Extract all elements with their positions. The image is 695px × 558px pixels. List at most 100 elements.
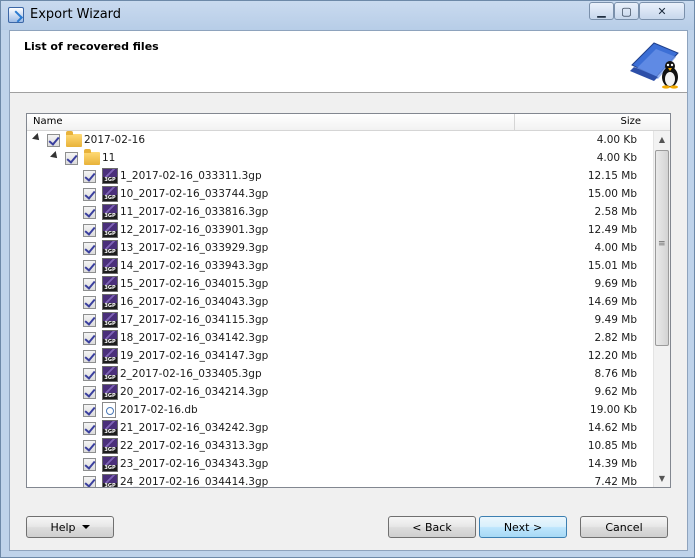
recovered-files-tree[interactable]: Name Size 2017-02-16 4.00 Kb 11 4.00 Kb 3GP 1… [26, 113, 671, 488]
database-file-icon [102, 402, 116, 418]
row-checkbox[interactable] [83, 260, 96, 273]
expand-arrow-icon[interactable] [50, 151, 60, 161]
file-size: 15.01 Mb [587, 260, 637, 272]
file-name: 16_2017-02-16_034043.3gp [120, 296, 269, 308]
tree-file-row[interactable]: 3GP 1_2017-02-16_033311.3gp 12.15 Mb [27, 167, 653, 185]
row-checkbox[interactable] [83, 278, 96, 291]
tree-file-row[interactable]: 2017-02-16.db 19.00 Kb [27, 401, 653, 419]
tree-file-row[interactable]: 3GP 22_2017-02-16_034313.3gp 10.85 Mb [27, 437, 653, 455]
row-checkbox[interactable] [83, 476, 96, 487]
file-size: 14.69 Mb [587, 296, 637, 308]
row-checkbox[interactable] [83, 386, 96, 399]
tree-file-row[interactable]: 3GP 2_2017-02-16_033405.3gp 8.76 Mb [27, 365, 653, 383]
row-checkbox[interactable] [83, 224, 96, 237]
file-size: 4.00 Mb [594, 242, 637, 254]
row-checkbox[interactable] [83, 332, 96, 345]
row-checkbox[interactable] [83, 170, 96, 183]
tree-file-row[interactable]: 3GP 14_2017-02-16_033943.3gp 15.01 Mb [27, 257, 653, 275]
file-size: 9.49 Mb [594, 314, 637, 326]
video-3gp-file-icon: 3GP [102, 420, 118, 436]
video-3gp-file-icon: 3GP [102, 258, 118, 274]
tree-file-row[interactable]: 3GP 15_2017-02-16_034015.3gp 9.69 Mb [27, 275, 653, 293]
wizard-header: List of recovered files [10, 31, 687, 93]
file-name: 11_2017-02-16_033816.3gp [120, 206, 269, 218]
maximize-button[interactable]: ▢ [614, 2, 639, 20]
video-3gp-file-icon: 3GP [102, 312, 118, 328]
video-3gp-file-icon: 3GP [102, 348, 118, 364]
video-3gp-file-icon: 3GP [102, 168, 118, 184]
column-header: Name Size [27, 114, 670, 131]
help-button[interactable]: Help [26, 516, 114, 538]
row-checkbox[interactable] [83, 242, 96, 255]
row-checkbox[interactable] [65, 152, 78, 165]
back-button[interactable]: < Back [388, 516, 476, 538]
row-checkbox[interactable] [83, 350, 96, 363]
file-size: 19.00 Kb [590, 404, 637, 416]
scroll-thumb[interactable] [655, 150, 669, 346]
row-checkbox[interactable] [83, 188, 96, 201]
row-checkbox[interactable] [83, 368, 96, 381]
tree-file-row[interactable]: 3GP 12_2017-02-16_033901.3gp 12.49 Mb [27, 221, 653, 239]
wizard-body: List of recovered files Name Size 2017-0… [9, 30, 688, 551]
close-button[interactable]: ✕ [639, 2, 685, 20]
tree-file-row[interactable]: 3GP 21_2017-02-16_034242.3gp 14.62 Mb [27, 419, 653, 437]
export-wizard-window: Export Wizard ▁ ▢ ✕ List of recovered fi… [0, 0, 695, 558]
file-name: 11 [102, 152, 116, 164]
scroll-up-arrow-icon[interactable]: ▲ [654, 131, 670, 148]
file-size: 12.49 Mb [587, 224, 637, 236]
tree-file-row[interactable]: 3GP 16_2017-02-16_034043.3gp 14.69 Mb [27, 293, 653, 311]
tree-file-row[interactable]: 3GP 19_2017-02-16_034147.3gp 12.20 Mb [27, 347, 653, 365]
tree-file-row[interactable]: 3GP 13_2017-02-16_033929.3gp 4.00 Mb [27, 239, 653, 257]
row-checkbox[interactable] [47, 134, 60, 147]
column-name-header[interactable]: Name [33, 116, 63, 127]
next-button[interactable]: Next > [479, 516, 567, 538]
row-checkbox[interactable] [83, 296, 96, 309]
file-size: 2.82 Mb [594, 332, 637, 344]
video-3gp-file-icon: 3GP [102, 222, 118, 238]
cancel-button[interactable]: Cancel [580, 516, 668, 538]
title-bar[interactable]: Export Wizard ▁ ▢ ✕ [1, 1, 694, 30]
tree-file-row[interactable]: 3GP 18_2017-02-16_034142.3gp 2.82 Mb [27, 329, 653, 347]
file-size: 14.39 Mb [587, 458, 637, 470]
file-size: 9.62 Mb [594, 386, 637, 398]
file-size: 2.58 Mb [594, 206, 637, 218]
video-3gp-file-icon: 3GP [102, 240, 118, 256]
file-size: 7.42 Mb [594, 476, 637, 487]
tree-file-row[interactable]: 3GP 10_2017-02-16_033744.3gp 15.00 Mb [27, 185, 653, 203]
file-size: 15.00 Mb [587, 188, 637, 200]
video-3gp-file-icon: 3GP [102, 384, 118, 400]
column-divider[interactable] [514, 114, 515, 131]
vertical-scrollbar[interactable]: ▲ ▼ [653, 131, 670, 487]
file-size: 8.76 Mb [594, 368, 637, 380]
row-checkbox[interactable] [83, 440, 96, 453]
video-3gp-file-icon: 3GP [102, 276, 118, 292]
video-3gp-file-icon: 3GP [102, 438, 118, 454]
minimize-button[interactable]: ▁ [589, 2, 614, 20]
folder-icon [84, 149, 100, 165]
column-size-header[interactable]: Size [620, 116, 641, 127]
file-name: 20_2017-02-16_034214.3gp [120, 386, 269, 398]
file-size: 12.20 Mb [587, 350, 637, 362]
tree-folder-row[interactable]: 11 4.00 Kb [27, 149, 653, 167]
row-checkbox[interactable] [83, 314, 96, 327]
tree-file-row[interactable]: 3GP 23_2017-02-16_034343.3gp 14.39 Mb [27, 455, 653, 473]
file-name: 2_2017-02-16_033405.3gp [120, 368, 262, 380]
expand-arrow-icon[interactable] [32, 133, 42, 143]
file-name: 24_2017-02-16_034414.3gp [120, 476, 269, 487]
tree-file-row[interactable]: 3GP 17_2017-02-16_034115.3gp 9.49 Mb [27, 311, 653, 329]
penguin-logo-icon [630, 42, 679, 89]
row-checkbox[interactable] [83, 458, 96, 471]
file-name: 14_2017-02-16_033943.3gp [120, 260, 269, 272]
file-size: 14.62 Mb [587, 422, 637, 434]
tree-file-row[interactable]: 3GP 20_2017-02-16_034214.3gp 9.62 Mb [27, 383, 653, 401]
tree-folder-row[interactable]: 2017-02-16 4.00 Kb [27, 131, 653, 149]
file-name: 23_2017-02-16_034343.3gp [120, 458, 269, 470]
tree-file-row[interactable]: 3GP 11_2017-02-16_033816.3gp 2.58 Mb [27, 203, 653, 221]
tree-file-row[interactable]: 3GP 24_2017-02-16_034414.3gp 7.42 Mb [27, 473, 653, 487]
window-title: Export Wizard [30, 7, 122, 22]
row-checkbox[interactable] [83, 404, 96, 417]
row-checkbox[interactable] [83, 206, 96, 219]
scroll-down-arrow-icon[interactable]: ▼ [654, 470, 670, 487]
row-checkbox[interactable] [83, 422, 96, 435]
folder-icon [66, 131, 82, 147]
